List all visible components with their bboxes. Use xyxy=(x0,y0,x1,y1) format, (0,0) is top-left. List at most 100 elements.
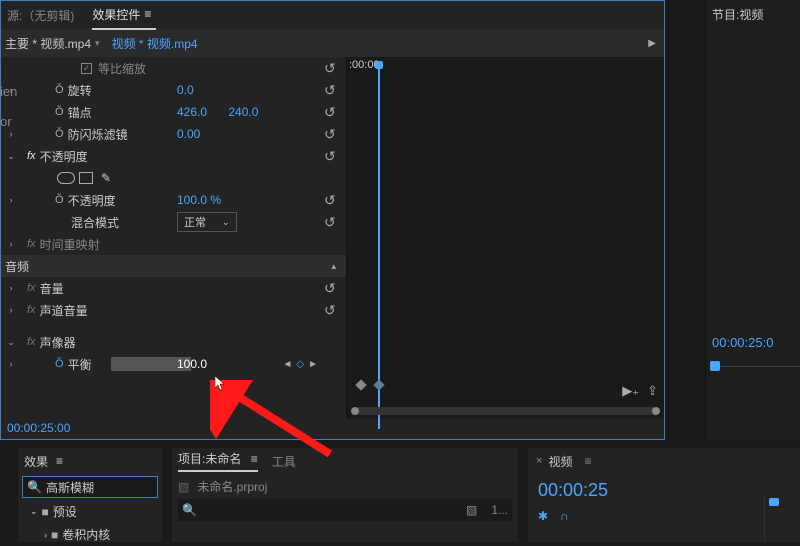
stopwatch-active-icon[interactable]: Ŏ xyxy=(55,358,64,370)
blend-mode-dropdown[interactable]: 正常 ⌄ xyxy=(177,212,237,232)
timeline-timecode[interactable]: 00:00:25 xyxy=(538,480,790,501)
timeline-footer-icons: ▶₊ ⇪ xyxy=(622,383,658,399)
expand-arrow-icon[interactable]: › xyxy=(5,129,17,139)
play-icon[interactable]: ▶ xyxy=(648,38,656,49)
anchor-y[interactable]: 240.0 xyxy=(228,105,258,119)
program-tab-label: 节目:视频 xyxy=(712,6,763,23)
reset-icon[interactable]: ↺ xyxy=(324,280,340,296)
channel-volume-row: › fx 声道音量 ↺ xyxy=(1,299,346,321)
add-keyframe-icon[interactable]: ◇ xyxy=(296,359,304,370)
property-column: ✓ 等比缩放 ↺ › Ŏ 旋转 0.0 ↺ Ŏ 锚点 426.0 240.0 xyxy=(1,57,346,419)
antiflicker-label: 防闪烁滤镜 xyxy=(68,126,128,143)
timeline-tools: ✱ ∩ xyxy=(538,509,790,523)
panner-label: 声像器 xyxy=(40,334,76,351)
timeline-tab[interactable]: × 视频 ≡ xyxy=(528,448,800,474)
stopwatch-icon[interactable]: Ŏ xyxy=(55,194,64,206)
tab-effect-controls[interactable]: 效果控件 ≡ xyxy=(92,1,156,30)
keyframe-diamond[interactable] xyxy=(373,379,384,390)
tab-tools[interactable]: 工具 xyxy=(272,453,296,470)
stopwatch-icon[interactable]: Ŏ xyxy=(55,106,64,118)
anchor-values: 426.0 240.0 xyxy=(177,105,258,119)
current-timecode[interactable]: 00:00:25:00 xyxy=(1,419,664,437)
ellipse-mask-icon[interactable] xyxy=(57,172,75,184)
program-tab[interactable]: 节目:视频 xyxy=(706,0,800,28)
balance-value[interactable]: 100.0 xyxy=(177,357,207,371)
panel-menu-icon[interactable]: ≡ xyxy=(251,452,258,466)
stopwatch-icon[interactable]: Ŏ xyxy=(55,128,64,140)
reset-icon[interactable]: ↺ xyxy=(324,214,340,230)
close-tab-icon[interactable]: × xyxy=(536,455,542,467)
expand-arrow-icon[interactable]: › xyxy=(5,85,17,95)
timeline-panel: × 视频 ≡ 00:00:25 ✱ ∩ xyxy=(528,448,800,542)
tree-item-presets[interactable]: ⌄ ■ 预设 xyxy=(18,500,162,523)
timeline-ruler-area[interactable] xyxy=(764,496,800,542)
scale-lock-label: 等比缩放 xyxy=(98,60,146,77)
keyframe-diamond[interactable] xyxy=(355,379,366,390)
panel-menu-icon[interactable]: ≡ xyxy=(56,454,63,468)
effects-tab[interactable]: 效果 ≡ xyxy=(18,448,162,474)
anchor-x[interactable]: 426.0 xyxy=(177,105,207,119)
audio-section-header[interactable]: 音频 ▴ xyxy=(1,255,346,277)
panel-menu-icon[interactable]: ≡ xyxy=(584,454,591,468)
expand-arrow-icon[interactable]: › xyxy=(5,239,17,249)
tab-source[interactable]: 源:（无剪辑) xyxy=(7,2,74,29)
magnet-icon[interactable]: ∩ xyxy=(560,509,569,523)
rotation-value[interactable]: 0.0 xyxy=(177,83,194,97)
anchor-label: 锚点 xyxy=(68,104,92,121)
opacity-value[interactable]: 100.0 % xyxy=(177,193,221,207)
expand-arrow-icon[interactable]: › xyxy=(5,283,17,293)
rotation-label: 旋转 xyxy=(68,82,92,99)
project-toolbar: ▧ 1... xyxy=(466,503,508,517)
chevron-down-icon[interactable]: ▾ xyxy=(95,38,100,49)
time-ruler[interactable]: :00:00 xyxy=(347,57,664,79)
reset-icon[interactable]: ↺ xyxy=(324,60,340,76)
opacity-fx-row: ⌄ fx 不透明度 ↺ xyxy=(1,145,346,167)
collapse-arrow-icon[interactable]: ⌄ xyxy=(5,337,17,348)
next-keyframe-icon[interactable]: ► xyxy=(308,359,318,370)
program-timecode[interactable]: 00:00:25:0 xyxy=(712,335,773,350)
folder-icon: ■ xyxy=(51,528,58,542)
effects-search[interactable]: 🔍 × xyxy=(22,476,158,498)
expand-arrow-icon[interactable]: › xyxy=(5,305,17,315)
goto-icon[interactable]: ▶₊ xyxy=(622,383,639,399)
program-ruler[interactable] xyxy=(710,366,800,384)
collapse-arrow-icon[interactable]: ⌄ xyxy=(5,151,17,162)
panel-menu-icon[interactable]: ≡ xyxy=(144,7,156,21)
timeline-playhead[interactable] xyxy=(769,498,779,506)
playhead[interactable] xyxy=(372,61,386,71)
stopwatch-icon[interactable]: Ŏ xyxy=(55,84,64,96)
project-tabs: 项目:未命名 ≡ 工具 xyxy=(172,448,518,474)
tab-project[interactable]: 项目:未命名 ≡ xyxy=(178,450,258,472)
pen-mask-icon[interactable]: ✎ xyxy=(101,171,111,185)
reset-icon[interactable]: ↺ xyxy=(324,148,340,164)
snap-icon[interactable]: ✱ xyxy=(538,509,548,523)
new-bin-icon[interactable]: ▧ xyxy=(466,503,477,517)
reset-icon[interactable]: ↺ xyxy=(324,302,340,318)
blend-mode-value-wrap: 正常 ⌄ xyxy=(177,212,237,232)
master-clip-name[interactable]: 主要 * 视频.mp4 xyxy=(5,35,91,52)
export-icon[interactable]: ⇪ xyxy=(647,383,658,399)
scroll-thumb-left[interactable] xyxy=(351,407,359,415)
checkbox-icon[interactable]: ✓ xyxy=(81,63,92,74)
prev-keyframe-icon[interactable]: ◄ xyxy=(282,359,292,370)
reset-icon[interactable]: ↺ xyxy=(324,104,340,120)
scroll-thumb-right[interactable] xyxy=(652,407,660,415)
rect-mask-icon[interactable] xyxy=(79,172,93,184)
reset-icon[interactable]: ↺ xyxy=(324,126,340,142)
program-playhead[interactable] xyxy=(710,361,720,371)
project-search-input[interactable] xyxy=(203,503,460,518)
rotation-row: › Ŏ 旋转 0.0 ↺ xyxy=(1,79,346,101)
reset-icon[interactable]: ↺ xyxy=(324,192,340,208)
reset-icon[interactable]: ↺ xyxy=(324,82,340,98)
tree-item-kernel[interactable]: › ■ 卷积内核 xyxy=(18,523,162,546)
audio-header-label: 音频 xyxy=(5,258,29,275)
fx-icon[interactable]: fx xyxy=(27,150,36,162)
antiflicker-value[interactable]: 0.00 xyxy=(177,127,200,141)
time-remap-label: 时间重映射 xyxy=(40,236,100,253)
expand-arrow-icon[interactable]: › xyxy=(5,195,17,205)
sequence-clip-name[interactable]: 视频 * 视频.mp4 xyxy=(112,35,198,52)
effect-timeline[interactable]: :00:00 ▶₊ ⇪ xyxy=(346,57,664,419)
expand-arrow-icon[interactable]: › xyxy=(5,359,17,369)
timeline-scrollbar[interactable] xyxy=(351,407,660,415)
blend-mode-row: 混合模式 正常 ⌄ ↺ xyxy=(1,211,346,233)
